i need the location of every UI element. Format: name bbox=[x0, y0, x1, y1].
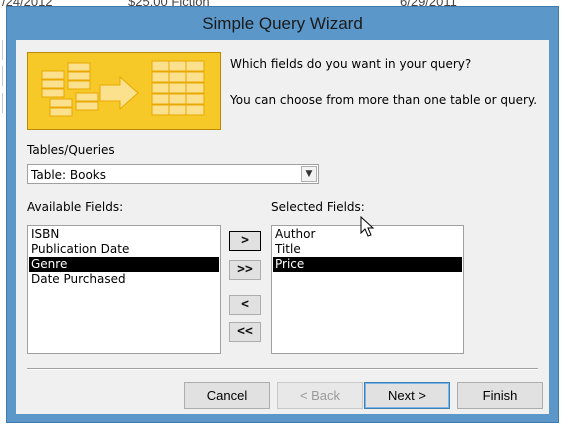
add-field-button[interactable]: > bbox=[229, 231, 261, 251]
tables-queries-combo[interactable]: Table: Books ▼ bbox=[27, 164, 319, 184]
tables-queries-label: Tables/Queries bbox=[27, 143, 115, 157]
mouse-pointer-icon bbox=[360, 216, 375, 237]
background-gridline bbox=[2, 66, 3, 86]
list-item[interactable]: Date Purchased bbox=[29, 272, 219, 287]
chevron-down-icon[interactable]: ▼ bbox=[301, 166, 317, 182]
prompt-main: Which fields do you want in your query? bbox=[230, 57, 472, 71]
available-fields-list[interactable]: ISBN Publication Date Genre Date Purchas… bbox=[27, 225, 221, 354]
query-wizard-illustration bbox=[28, 53, 220, 129]
add-all-fields-button[interactable]: >> bbox=[229, 260, 261, 280]
simple-query-wizard-dialog: Simple Query Wizard Which fields do you … bbox=[6, 6, 559, 423]
available-fields-label: Available Fields: bbox=[27, 200, 124, 214]
next-button[interactable]: Next > bbox=[364, 382, 450, 409]
tables-queries-value: Table: Books bbox=[31, 168, 107, 182]
list-item-selected[interactable]: Price bbox=[273, 257, 462, 272]
background-gridline bbox=[2, 93, 3, 113]
remove-all-fields-button[interactable]: << bbox=[229, 322, 261, 342]
divider bbox=[27, 368, 538, 370]
selected-fields-label: Selected Fields: bbox=[271, 200, 365, 214]
list-item[interactable]: Publication Date bbox=[29, 242, 219, 257]
list-item[interactable]: ISBN bbox=[29, 227, 219, 242]
background-gridline bbox=[2, 40, 3, 60]
finish-button[interactable]: Finish bbox=[457, 382, 543, 409]
dialog-client-area: Which fields do you want in your query? … bbox=[16, 40, 549, 414]
list-item-selected[interactable]: Genre bbox=[29, 257, 219, 272]
back-button[interactable]: < Back bbox=[277, 382, 363, 409]
query-wizard-graphic bbox=[27, 52, 221, 130]
list-item[interactable]: Title bbox=[273, 242, 462, 257]
selected-fields-list[interactable]: Author Title Price bbox=[271, 225, 464, 354]
dialog-title[interactable]: Simple Query Wizard bbox=[7, 7, 558, 40]
cancel-button[interactable]: Cancel bbox=[184, 382, 270, 409]
prompt-sub: You can choose from more than one table … bbox=[230, 93, 538, 107]
remove-field-button[interactable]: < bbox=[229, 295, 261, 315]
